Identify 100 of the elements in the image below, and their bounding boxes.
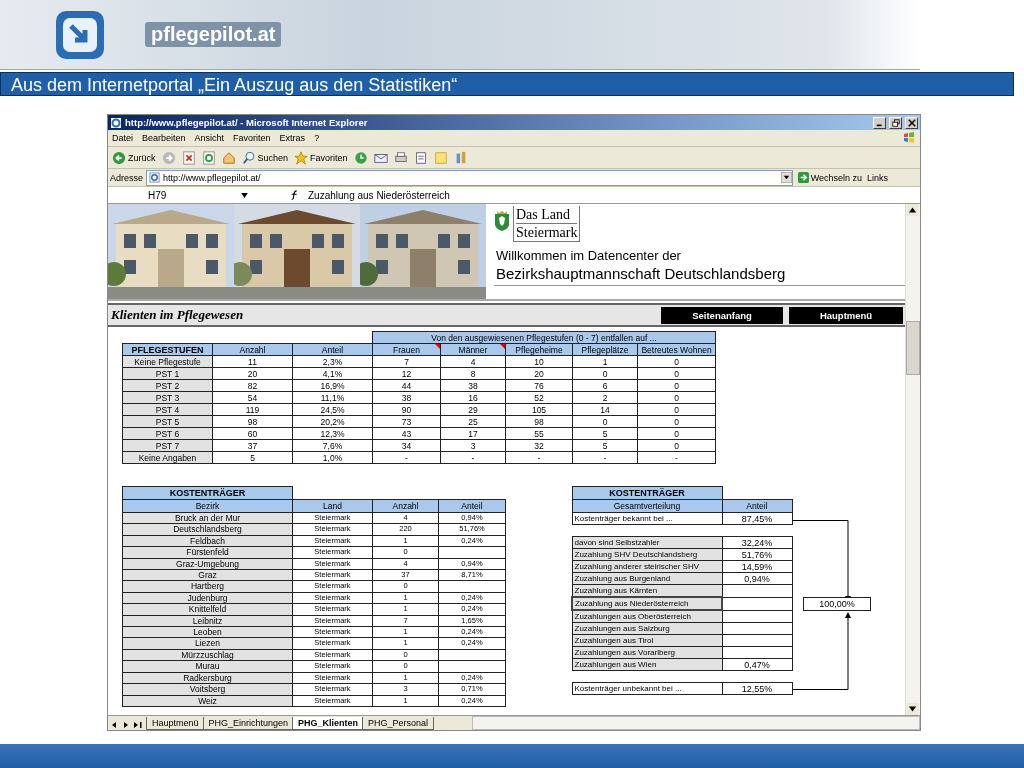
column-header: Anteil	[292, 343, 373, 356]
column-header: Anzahl	[212, 343, 293, 356]
table-cell: 10	[505, 355, 573, 368]
scroll-down-icon[interactable]	[906, 703, 919, 715]
table-cell: davon sind Selbstzahler	[572, 536, 722, 549]
table-cell: 38	[440, 379, 506, 392]
table-cell: Radkersburg	[122, 672, 293, 684]
formula-field[interactable]: Zuzahlung aus Niederösterreich	[308, 189, 450, 201]
table-cell: Weiz	[122, 695, 293, 707]
table-cell: 5	[212, 451, 293, 464]
address-label: Adresse	[110, 172, 144, 183]
table-cell: Feldbach	[122, 535, 293, 547]
table-cell: 38	[372, 391, 441, 404]
table-cell: -	[440, 451, 506, 464]
table-cell: 29	[440, 403, 506, 416]
links-label[interactable]: Links	[867, 172, 888, 183]
table-cell: 119	[212, 403, 293, 416]
logo-text: pflegepilot.at	[145, 22, 282, 47]
table-cell: 4,1%	[292, 367, 373, 380]
table-cell: 60	[212, 427, 293, 440]
horizontal-scrollbar[interactable]	[472, 716, 920, 730]
menu-item[interactable]: ?	[314, 133, 320, 143]
table-cell: 7,6%	[292, 439, 373, 452]
table-cell: Bruck an der Mur	[122, 512, 293, 524]
table-cell: 0	[572, 415, 638, 428]
vertical-scrollbar[interactable]	[905, 204, 920, 715]
table-cell: 0,47%	[722, 658, 792, 671]
dropdown-icon[interactable]	[780, 172, 792, 183]
sheet-tab[interactable]: PHG_Einrichtungen	[202, 717, 295, 730]
logo-text: Das Land	[516, 206, 578, 224]
name-box[interactable]: H79	[108, 189, 252, 201]
minimize-button[interactable]	[873, 116, 886, 129]
table-cell: Kostenträger unbekannt bei ...	[572, 682, 722, 695]
toolbar-button[interactable]: Suchen	[239, 148, 291, 167]
table-cell: 12,55%	[722, 682, 792, 695]
scroll-thumb[interactable]	[906, 321, 920, 375]
window-title: http://www.pflegepilot.at/ - Microsoft Internet Explorer	[125, 117, 369, 128]
table-cell: 52	[505, 391, 573, 404]
table-cell: 54	[212, 391, 293, 404]
total-cell: 100,00%	[803, 597, 871, 611]
windows-flag-icon	[902, 131, 916, 145]
table-cell: 1,0%	[292, 451, 373, 464]
office-name: Bezirkshauptmannschaft Deutschlandsberg	[494, 265, 905, 286]
sheet-tab[interactable]: Hauptmenü	[146, 717, 205, 730]
table-cell: 105	[505, 403, 573, 416]
table-cell: Kostenträger bekannt bei ...	[572, 512, 722, 525]
table-cell: 0	[637, 355, 716, 368]
table-cell: 0	[637, 427, 716, 440]
table-cell: -	[637, 451, 716, 464]
address-field[interactable]: http://www.pflegepilot.at/	[146, 169, 793, 186]
menu-item[interactable]: Favoriten	[233, 133, 271, 143]
page-icon	[110, 116, 122, 129]
go-button[interactable]: Wechseln zu	[795, 172, 864, 183]
welcome-text: Willkommen im Datencenter der	[495, 248, 682, 263]
menu-item[interactable]: Datei	[112, 133, 133, 143]
table-cell: 98	[505, 415, 573, 428]
nav-button[interactable]: Hauptmenü	[789, 306, 903, 324]
scroll-up-icon[interactable]	[906, 204, 919, 216]
restore-button[interactable]	[889, 116, 902, 129]
sheet-tab[interactable]: PHG_Personal	[362, 717, 435, 730]
table-cell: 0	[637, 379, 716, 392]
toolbar-button[interactable]: Zurück	[110, 148, 158, 167]
table-cell: 8	[440, 367, 506, 380]
menu-item[interactable]: Ansicht	[194, 133, 225, 143]
table-cell: 20,2%	[292, 415, 373, 428]
table-cell: Leibnitz	[122, 615, 293, 627]
nav-button[interactable]: Seitenanfang	[661, 306, 783, 324]
column-header: Land	[292, 499, 373, 513]
table-cell: Mürzzuschlag	[122, 649, 293, 661]
table-cell: 3	[440, 439, 506, 452]
table-cell: 12	[372, 367, 441, 380]
table-cell: 5	[572, 439, 638, 452]
table-cell: -	[505, 451, 573, 464]
table-title: KOSTENTRÄGER	[122, 486, 293, 500]
table-cell: Graz	[122, 569, 293, 581]
sheet-tab[interactable]: PHG_Klienten	[292, 717, 365, 730]
restore-icon	[891, 118, 900, 127]
close-icon	[907, 118, 916, 127]
table-cell: Zuzahlung aus Niederösterreich	[572, 597, 722, 610]
logo-text: Steiermark	[516, 224, 578, 241]
menu-item[interactable]: Extras	[279, 133, 306, 143]
close-button[interactable]	[905, 116, 918, 129]
star-icon	[294, 150, 309, 165]
menu-item[interactable]: Bearbeiten	[142, 133, 186, 143]
table-cell: Graz-Umgebung	[122, 558, 293, 570]
table-cell: 51,76%	[722, 548, 792, 561]
table-cell: 34	[372, 439, 441, 452]
column-header: Anteil	[722, 499, 792, 513]
table-cell: 76	[505, 379, 573, 392]
table-cell: 5	[572, 427, 638, 440]
table-cell: -	[372, 451, 441, 464]
column-header: Anzahl	[372, 499, 439, 513]
page-icon	[149, 172, 161, 183]
table-cell: 7	[372, 355, 441, 368]
toolbar-button[interactable]: Favoriten	[292, 148, 350, 167]
table-cell: 44	[372, 379, 441, 392]
table-cell: 90	[372, 403, 441, 416]
group-header: Von den ausgewiesenen Pflegestufen (0 - 7) entfallen auf ...	[372, 331, 716, 344]
table-cell: 37	[212, 439, 293, 452]
table-cell: 0	[637, 415, 716, 428]
